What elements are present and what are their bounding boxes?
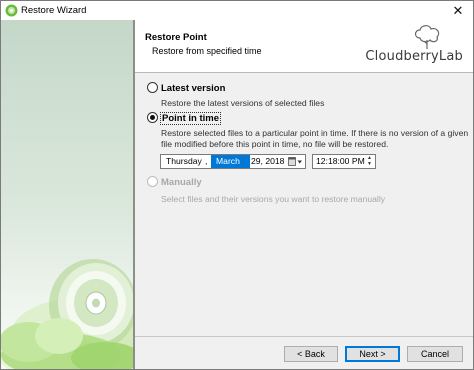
close-button[interactable]: ✕ — [443, 1, 473, 20]
point-in-time-description-line2: file modified before this point in time,… — [161, 139, 389, 149]
date-separator: , — [205, 156, 208, 166]
page-title: Restore Point — [145, 32, 207, 43]
footer-divider — [135, 336, 473, 337]
spin-down-arrow[interactable]: ▼ — [365, 161, 374, 167]
spin-arrows-icon[interactable]: ▲ ▼ — [365, 155, 374, 168]
point-in-time-label[interactable]: Point in time — [160, 112, 221, 125]
restore-wizard-window: Restore Wizard ✕ Restore Point Restore f… — [0, 0, 474, 370]
time-picker[interactable]: 12:18:00 PM ▲ ▼ — [312, 154, 376, 169]
close-icon: ✕ — [452, 2, 464, 18]
manually-description: Select files and their versions you want… — [161, 194, 386, 204]
page-subtitle: Restore from specified time — [152, 46, 262, 56]
cloudberry-disc-icon — [5, 4, 18, 17]
title-bar: Restore Wizard ✕ — [1, 1, 473, 20]
latest-version-radio[interactable] — [147, 82, 158, 93]
disc-cloud-illustration — [1, 259, 133, 369]
back-button[interactable]: < Back — [284, 346, 338, 362]
window-title: Restore Wizard — [21, 5, 87, 16]
calendar-dropdown-icon[interactable] — [288, 157, 303, 167]
manually-radio[interactable] — [147, 176, 158, 187]
next-button[interactable]: Next > — [345, 346, 400, 362]
header-divider — [135, 72, 473, 73]
cancel-button[interactable]: Cancel — [407, 346, 463, 362]
latest-version-label[interactable]: Latest version — [161, 83, 225, 94]
wizard-header: Restore Point Restore from specified tim… — [135, 20, 473, 72]
cloud-tree-icon — [414, 25, 440, 49]
time-value[interactable]: 12:18:00 PM — [316, 155, 365, 168]
date-weekday: Thursday — [166, 156, 202, 166]
point-in-time-radio[interactable] — [147, 112, 158, 123]
manually-label[interactable]: Manually — [161, 177, 202, 188]
latest-version-description: Restore the latest versions of selected … — [161, 98, 325, 108]
brand-name: CloudberryLab — [365, 49, 463, 64]
date-picker[interactable]: Thursday , March 29, 2018 — [160, 154, 306, 169]
wizard-side-graphic — [1, 20, 133, 369]
date-month-field[interactable]: March — [211, 155, 250, 168]
date-day-year[interactable]: 29, 2018 — [251, 155, 284, 168]
